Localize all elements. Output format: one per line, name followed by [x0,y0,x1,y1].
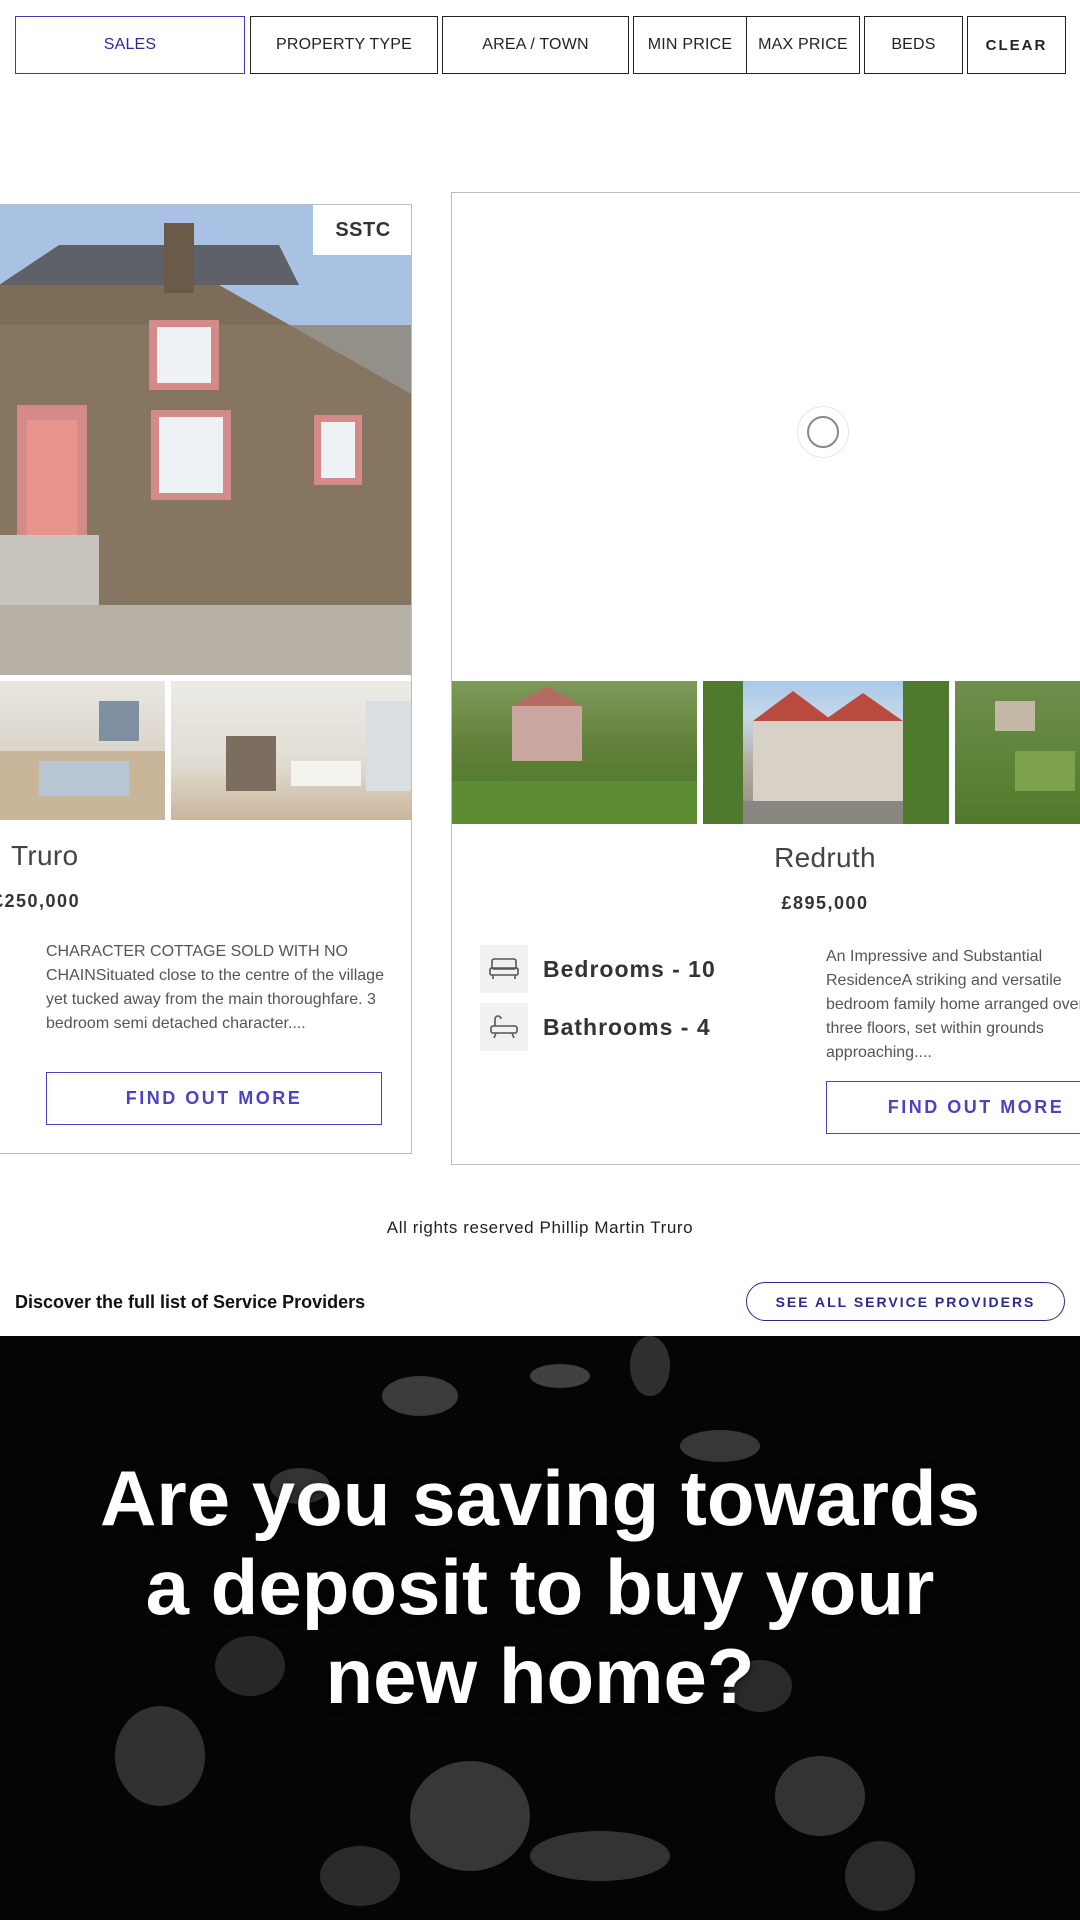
bedrooms-label: Bedrooms - 10 [543,955,716,982]
filter-sales[interactable]: SALES [15,16,245,74]
listing-main-photo-loading [452,193,1080,681]
filter-max-price[interactable]: MAX PRICE [746,16,860,74]
loading-spinner-icon [797,406,849,458]
listing-card-truro[interactable]: SSTC Truro £250,000 CHARACTER COTTAGE SO… [0,204,412,1154]
listing-thumb-lounge[interactable] [0,681,165,820]
listing-thumb-garden[interactable] [955,681,1080,824]
sstc-badge: SSTC [313,205,411,255]
listing-thumb-dining[interactable] [171,681,411,820]
cottage-photo-illustration [0,205,411,675]
find-out-more-button[interactable]: FIND OUT MORE [46,1072,382,1125]
filter-min-price[interactable]: MIN PRICE [633,16,747,74]
filter-beds[interactable]: BEDS [864,16,963,74]
hero-title: Are you saving towards a deposit to buy … [100,1454,980,1720]
listing-town: Truro [11,840,79,871]
garden-photo-illustration [995,701,1075,791]
listing-thumb-front[interactable] [703,681,949,824]
filter-area-town[interactable]: AREA / TOWN [442,16,629,74]
find-out-more-button[interactable]: FIND OUT MORE [826,1081,1080,1134]
listing-town: Redruth [774,842,876,873]
filter-property-type[interactable]: PROPERTY TYPE [250,16,438,74]
house-front-photo-illustration [703,681,949,824]
bedrooms-feature: Bedrooms - 10 [480,945,716,993]
listing-price: £250,000 [0,891,81,911]
deposit-hero-banner[interactable]: Are you saving towards a deposit to buy … [0,1336,1080,1920]
listing-main-photo[interactable]: SSTC [0,205,411,675]
listing-card-redruth[interactable]: Redruth £895,000 Bedrooms - 10 Bathrooms… [451,192,1080,1165]
listing-description: CHARACTER COTTAGE SOLD WITH NO CHAINSitu… [46,943,384,1032]
service-providers-bar: Discover the full list of Service Provid… [0,1268,1080,1336]
service-providers-text: Discover the full list of Service Provid… [15,1292,366,1312]
bath-icon [480,1003,528,1051]
bed-icon [480,945,528,993]
aerial-photo-illustration [452,686,697,824]
dining-photo-illustration [226,701,411,791]
clear-filters-button[interactable]: CLEAR [967,16,1066,74]
bathrooms-label: Bathrooms - 4 [543,1013,711,1040]
see-all-service-providers-button[interactable]: SEE ALL SERVICE PROVIDERS [746,1282,1065,1321]
lounge-photo-illustration [0,701,165,820]
copyright-text: All rights reserved Phillip Martin Truro [386,1218,694,1237]
bathrooms-feature: Bathrooms - 4 [480,1003,711,1051]
listing-price: £895,000 [781,893,869,913]
listing-description: An Impressive and Substantial ResidenceA… [826,948,1080,1061]
listing-thumb-aerial[interactable] [452,681,697,824]
